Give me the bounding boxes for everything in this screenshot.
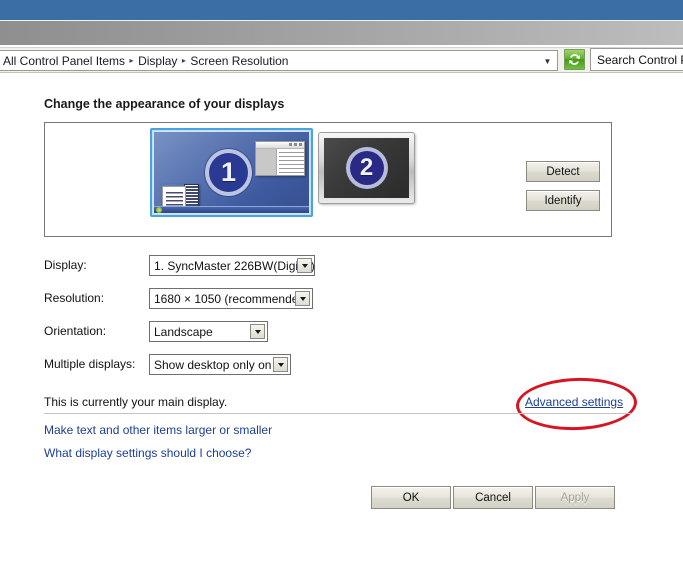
advanced-settings-link[interactable]: Advanced settings (525, 395, 623, 409)
breadcrumb[interactable]: All Control Panel Items ▸ Display ▸ Scre… (0, 50, 558, 71)
monitor-2[interactable]: 2 (318, 132, 415, 204)
display-select[interactable]: 1. SyncMaster 226BW(Digital) (149, 255, 315, 276)
toolbar-band (0, 20, 683, 46)
breadcrumb-separator-icon: ▸ (129, 55, 134, 65)
multiple-displays-select[interactable]: Show desktop only on 1 (149, 354, 291, 375)
monitor-2-number: 2 (345, 147, 388, 189)
orientation-select-value: Landscape (154, 324, 213, 339)
orientation-label: Orientation: (44, 324, 107, 338)
breadcrumb-item-screen-resolution[interactable]: Screen Resolution (188, 52, 290, 70)
search-placeholder: Search Control Pa (597, 52, 683, 67)
window-preview-icon (255, 141, 305, 176)
what-display-settings-link[interactable]: What display settings should I choose? (44, 446, 251, 460)
orientation-select[interactable]: Landscape (149, 321, 268, 342)
divider (44, 413, 631, 414)
chevron-down-icon[interactable] (297, 258, 312, 273)
search-input[interactable]: Search Control Pa (590, 48, 683, 71)
refresh-icon (567, 52, 582, 67)
breadcrumb-separator-icon: ▸ (181, 55, 186, 65)
breadcrumb-item-all-control-panel-items[interactable]: All Control Panel Items (1, 52, 127, 70)
content-area: Change the appearance of your displays 1 (0, 73, 683, 577)
start-orb-icon (156, 207, 162, 213)
multiple-displays-label: Multiple displays: (44, 357, 136, 371)
monitor-2-screen: 2 (324, 138, 409, 198)
breadcrumb-item-display[interactable]: Display (136, 52, 179, 70)
monitor-1-screen: 1 (154, 132, 309, 213)
detect-button[interactable]: Detect (526, 161, 600, 182)
chevron-down-icon[interactable] (250, 324, 265, 339)
multiple-displays-select-value: Show desktop only on 1 (154, 357, 282, 372)
resolution-select-value: 1680 × 1050 (recommended) (154, 291, 310, 306)
chevron-down-icon[interactable] (273, 357, 288, 372)
display-select-value: 1. SyncMaster 226BW(Digital) (154, 258, 315, 273)
refresh-button[interactable] (564, 49, 585, 70)
display-label: Display: (44, 258, 87, 272)
monitor-1[interactable]: 1 (150, 128, 313, 217)
make-text-larger-link[interactable]: Make text and other items larger or smal… (44, 423, 272, 437)
page-title: Change the appearance of your displays (44, 97, 285, 111)
resolution-label: Resolution: (44, 291, 105, 305)
ok-button[interactable]: OK (371, 486, 451, 509)
window-title-bar (0, 0, 683, 20)
monitor-1-number: 1 (205, 149, 252, 196)
identify-button[interactable]: Identify (526, 190, 600, 211)
monitor-1-taskbar (154, 206, 309, 213)
main-display-note: This is currently your main display. (44, 395, 228, 409)
chevron-down-icon[interactable]: ▼ (542, 56, 553, 67)
resolution-select[interactable]: 1680 × 1050 (recommended) (149, 288, 313, 309)
chevron-down-icon[interactable] (295, 291, 310, 306)
apply-button: Apply (535, 486, 615, 509)
cancel-button[interactable]: Cancel (453, 486, 533, 509)
